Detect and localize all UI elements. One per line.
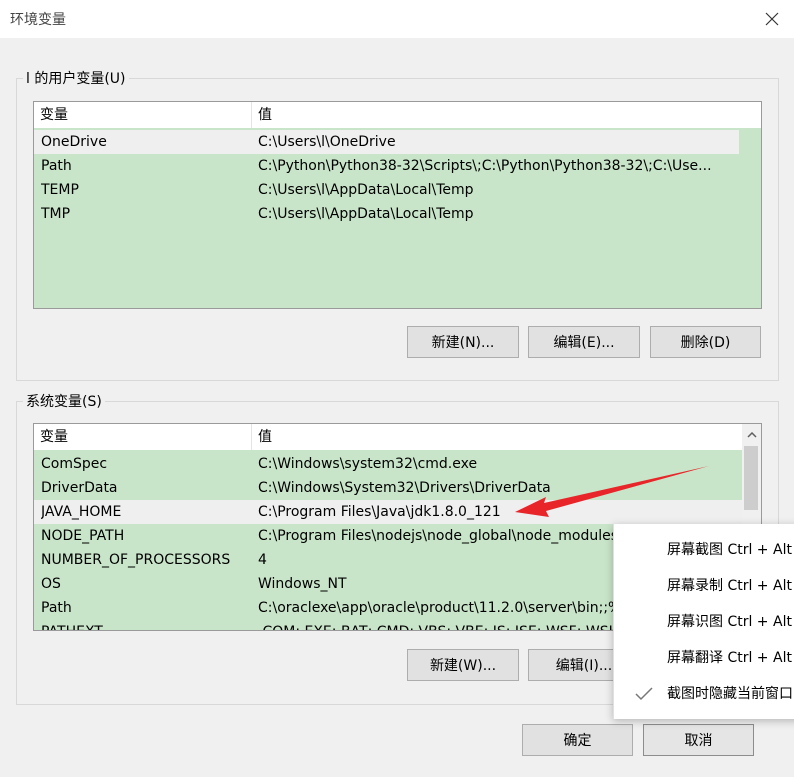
row-name: NODE_PATH bbox=[41, 528, 125, 544]
table-row[interactable]: Path C:\Python\Python38-32\Scripts\;C:\P… bbox=[34, 154, 761, 178]
row-value: C:\Users\l\AppData\Local\Temp bbox=[258, 206, 474, 222]
column-header-name[interactable]: 变量 bbox=[34, 424, 252, 450]
row-value: C:\Users\l\AppData\Local\Temp bbox=[258, 182, 474, 198]
table-row[interactable]: TMP C:\Users\l\AppData\Local\Temp bbox=[34, 202, 761, 226]
user-variables-list[interactable]: 变量 值 OneDrive C:\Users\l\OneDrive Path C… bbox=[33, 101, 762, 309]
menu-item-label: 截图时隐藏当前窗口 bbox=[667, 686, 793, 702]
row-name: Path bbox=[41, 600, 72, 616]
menu-item-record[interactable]: 屏幕录制 Ctrl + Alt bbox=[614, 568, 794, 604]
row-name: TEMP bbox=[41, 182, 79, 198]
row-value: C:\Windows\system32\cmd.exe bbox=[258, 456, 478, 472]
menu-item-translate[interactable]: 屏幕翻译 Ctrl + Alt bbox=[614, 640, 794, 676]
user-new-button[interactable]: 新建(N)... bbox=[407, 326, 519, 358]
row-name: PATHEXT bbox=[41, 620, 246, 630]
window-title: 环境变量 bbox=[10, 12, 66, 28]
row-value: C:\Program Files\Java\jdk1.8.0_121 bbox=[258, 504, 501, 520]
cancel-button[interactable]: 取消 bbox=[643, 724, 754, 756]
row-name: Path bbox=[41, 158, 72, 174]
row-name: ComSpec bbox=[41, 456, 108, 472]
system-new-button[interactable]: 新建(W)... bbox=[407, 649, 519, 681]
row-value: C:\Users\l\OneDrive bbox=[258, 134, 396, 150]
table-row[interactable]: OneDrive C:\Users\l\OneDrive bbox=[34, 130, 739, 154]
system-variables-label: 系统变量(S) bbox=[23, 393, 105, 411]
scroll-up-button[interactable] bbox=[743, 426, 760, 443]
row-name: DriverData bbox=[41, 480, 118, 496]
row-name: JAVA_HOME bbox=[41, 504, 122, 520]
user-variables-label: l 的用户变量(U) bbox=[23, 70, 129, 88]
title-bar: 环境变量 bbox=[0, 0, 794, 38]
menu-item-label: 屏幕翻译 Ctrl + Alt bbox=[667, 650, 792, 666]
row-value: C:\Windows\System32\Drivers\DriverData bbox=[258, 480, 551, 496]
column-header-value[interactable]: 值 bbox=[252, 102, 761, 128]
column-header-value[interactable]: 值 bbox=[252, 424, 742, 450]
table-row-selected[interactable]: JAVA_HOME C:\Program Files\Java\jdk1.8.0… bbox=[34, 500, 742, 524]
ok-button[interactable]: 确定 bbox=[522, 724, 633, 756]
user-delete-button[interactable]: 删除(D) bbox=[650, 326, 761, 358]
row-name: TMP bbox=[41, 206, 71, 222]
close-icon bbox=[765, 12, 779, 26]
menu-item-label: 屏幕截图 Ctrl + Alt bbox=[667, 542, 792, 558]
check-icon bbox=[635, 687, 653, 701]
table-row[interactable]: ComSpec C:\Windows\system32\cmd.exe bbox=[34, 452, 742, 476]
user-edit-button[interactable]: 编辑(E)... bbox=[528, 326, 640, 358]
row-name: OneDrive bbox=[41, 134, 107, 150]
menu-item-recognize[interactable]: 屏幕识图 Ctrl + Alt bbox=[614, 604, 794, 640]
menu-item-label: 屏幕识图 Ctrl + Alt bbox=[667, 614, 792, 630]
row-name: NUMBER_OF_PROCESSORS bbox=[41, 552, 231, 568]
context-menu: 屏幕截图 Ctrl + Alt 屏幕录制 Ctrl + Alt 屏幕识图 Ctr… bbox=[613, 524, 794, 719]
row-name: OS bbox=[41, 576, 61, 592]
table-row[interactable]: TEMP C:\Users\l\AppData\Local\Temp bbox=[34, 178, 761, 202]
row-value: C:\Python\Python38-32\Scripts\;C:\Python… bbox=[258, 158, 712, 174]
list-header: 变量 值 bbox=[34, 102, 761, 128]
menu-item-screenshot[interactable]: 屏幕截图 Ctrl + Alt bbox=[614, 532, 794, 568]
close-button[interactable] bbox=[756, 4, 788, 34]
table-row[interactable]: DriverData C:\Windows\System32\Drivers\D… bbox=[34, 476, 742, 500]
column-header-name[interactable]: 变量 bbox=[34, 102, 252, 128]
scroll-up-arrow-icon bbox=[746, 431, 757, 438]
menu-item-label: 屏幕录制 Ctrl + Alt bbox=[667, 578, 792, 594]
list-header: 变量 值 bbox=[34, 424, 742, 450]
scroll-thumb[interactable] bbox=[744, 446, 758, 510]
menu-item-hide-window[interactable]: 截图时隐藏当前窗口 bbox=[614, 676, 794, 712]
